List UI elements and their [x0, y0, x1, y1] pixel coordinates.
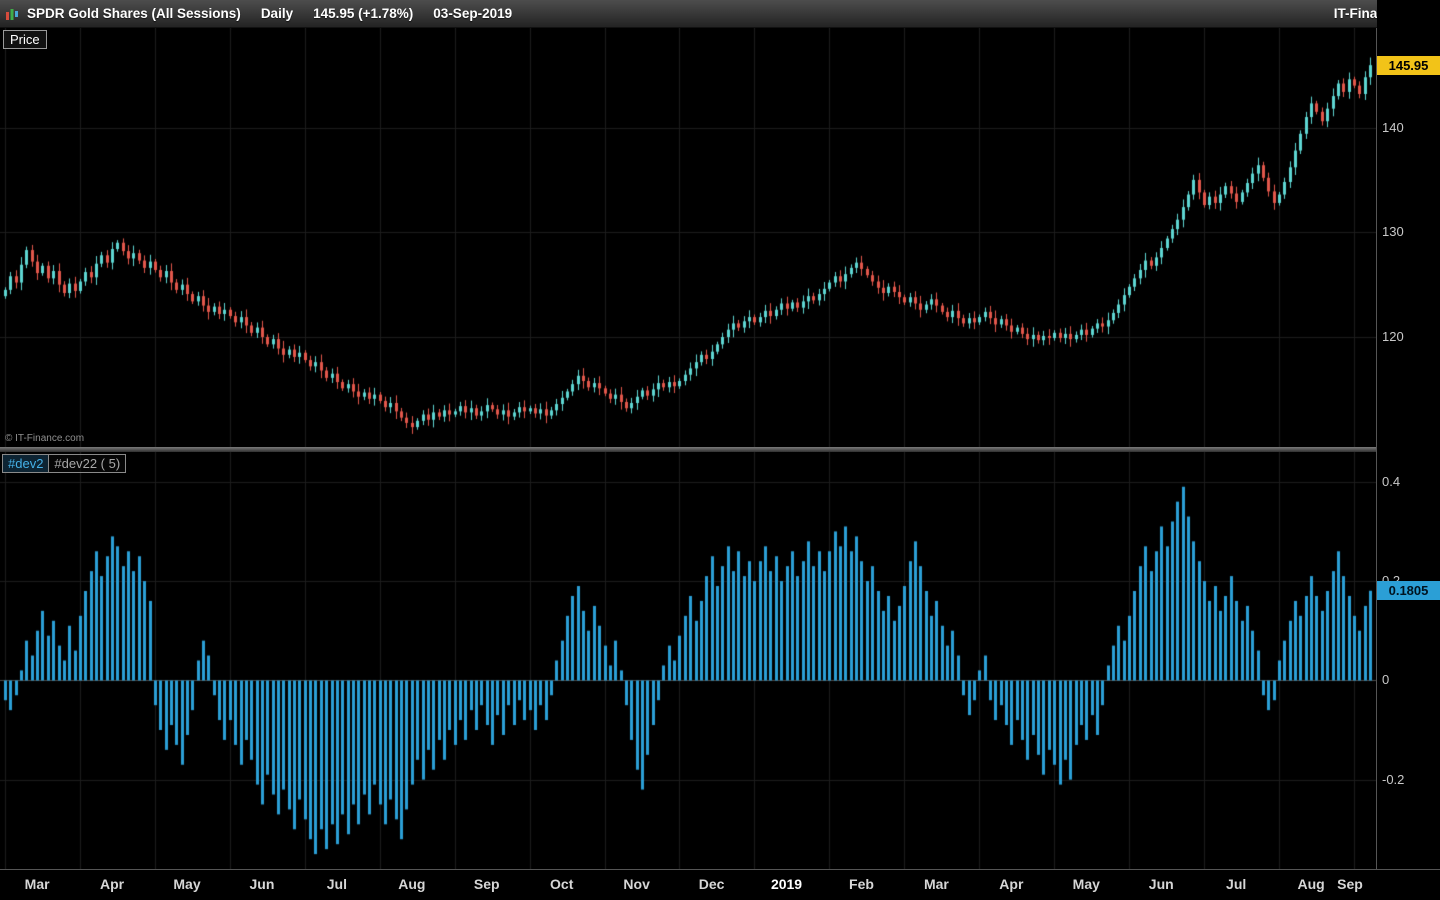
price-pane-label[interactable]: Price: [3, 30, 47, 49]
timeframe-label[interactable]: Daily: [261, 6, 293, 21]
time-axis-label: Apr: [99, 876, 125, 892]
indicator-pane[interactable]: [0, 452, 1376, 869]
time-axis-label: Sep: [473, 876, 500, 892]
candlestick-chart-icon: [5, 7, 19, 21]
time-axis-label: Dec: [698, 876, 725, 892]
date-label: 03-Sep-2019: [433, 6, 513, 21]
time-axis-label: Mar: [923, 876, 949, 892]
watermark: © IT-Finance.com: [5, 433, 85, 444]
last-price-tag: 145.95: [1377, 55, 1440, 75]
time-axis-label: Aug: [1297, 876, 1325, 892]
time-axis-label: May: [173, 876, 201, 892]
time-axis-label: Feb: [849, 876, 874, 892]
last-price-change: 145.95 (+1.78%): [313, 6, 414, 21]
time-axis[interactable]: Mar Apr May Jun Jul Aug Sep Oct Nov Dec 2019 Feb Mar…: [0, 869, 1440, 900]
axis-tick-label: 140: [1382, 119, 1404, 135]
time-axis-label: Aug: [398, 876, 426, 892]
last-indicator-value-tag: 0.1805: [1377, 581, 1440, 601]
time-axis-label: Nov: [623, 876, 650, 892]
instrument-title: SPDR Gold Shares (All Sessions): [27, 6, 241, 21]
time-axis-label: Jul: [326, 876, 347, 892]
time-axis-label: Sep: [1337, 876, 1363, 892]
time-axis-label: Mar: [24, 876, 50, 892]
title-bar: SPDR Gold Shares (All Sessions) Daily 14…: [0, 0, 1440, 28]
time-axis-label: Apr: [999, 876, 1024, 892]
axis-tick-label: 120: [1382, 329, 1404, 344]
indicator-histogram-canvas[interactable]: [0, 452, 1376, 869]
indicator-labels: #dev2 #dev22 ( 5): [2, 454, 127, 473]
indicator-dev22-label[interactable]: #dev22 ( 5): [49, 454, 127, 473]
time-axis-label: 2019: [770, 876, 803, 892]
axis-tick-label: 130: [1382, 224, 1404, 240]
right-axis[interactable]: 145.95 0.1805 1401301200.40.20-0.2: [1377, 0, 1440, 869]
axis-tick-label: -0.2: [1382, 771, 1405, 787]
price-pane[interactable]: [0, 28, 1376, 447]
price-candlestick-canvas[interactable]: [0, 28, 1376, 447]
axis-tick-label: 0: [1382, 672, 1390, 688]
axis-tick-label: 0.4: [1382, 473, 1401, 489]
chart-window: SPDR Gold Shares (All Sessions) Daily 14…: [0, 0, 1440, 900]
time-axis-label: Jun: [249, 876, 275, 892]
time-axis-label: Jun: [1148, 876, 1174, 892]
indicator-dev2-label[interactable]: #dev2: [2, 454, 50, 473]
time-axis-label: May: [1072, 876, 1100, 892]
time-axis-label: Jul: [1226, 876, 1247, 892]
time-axis-label: Oct: [550, 876, 574, 892]
